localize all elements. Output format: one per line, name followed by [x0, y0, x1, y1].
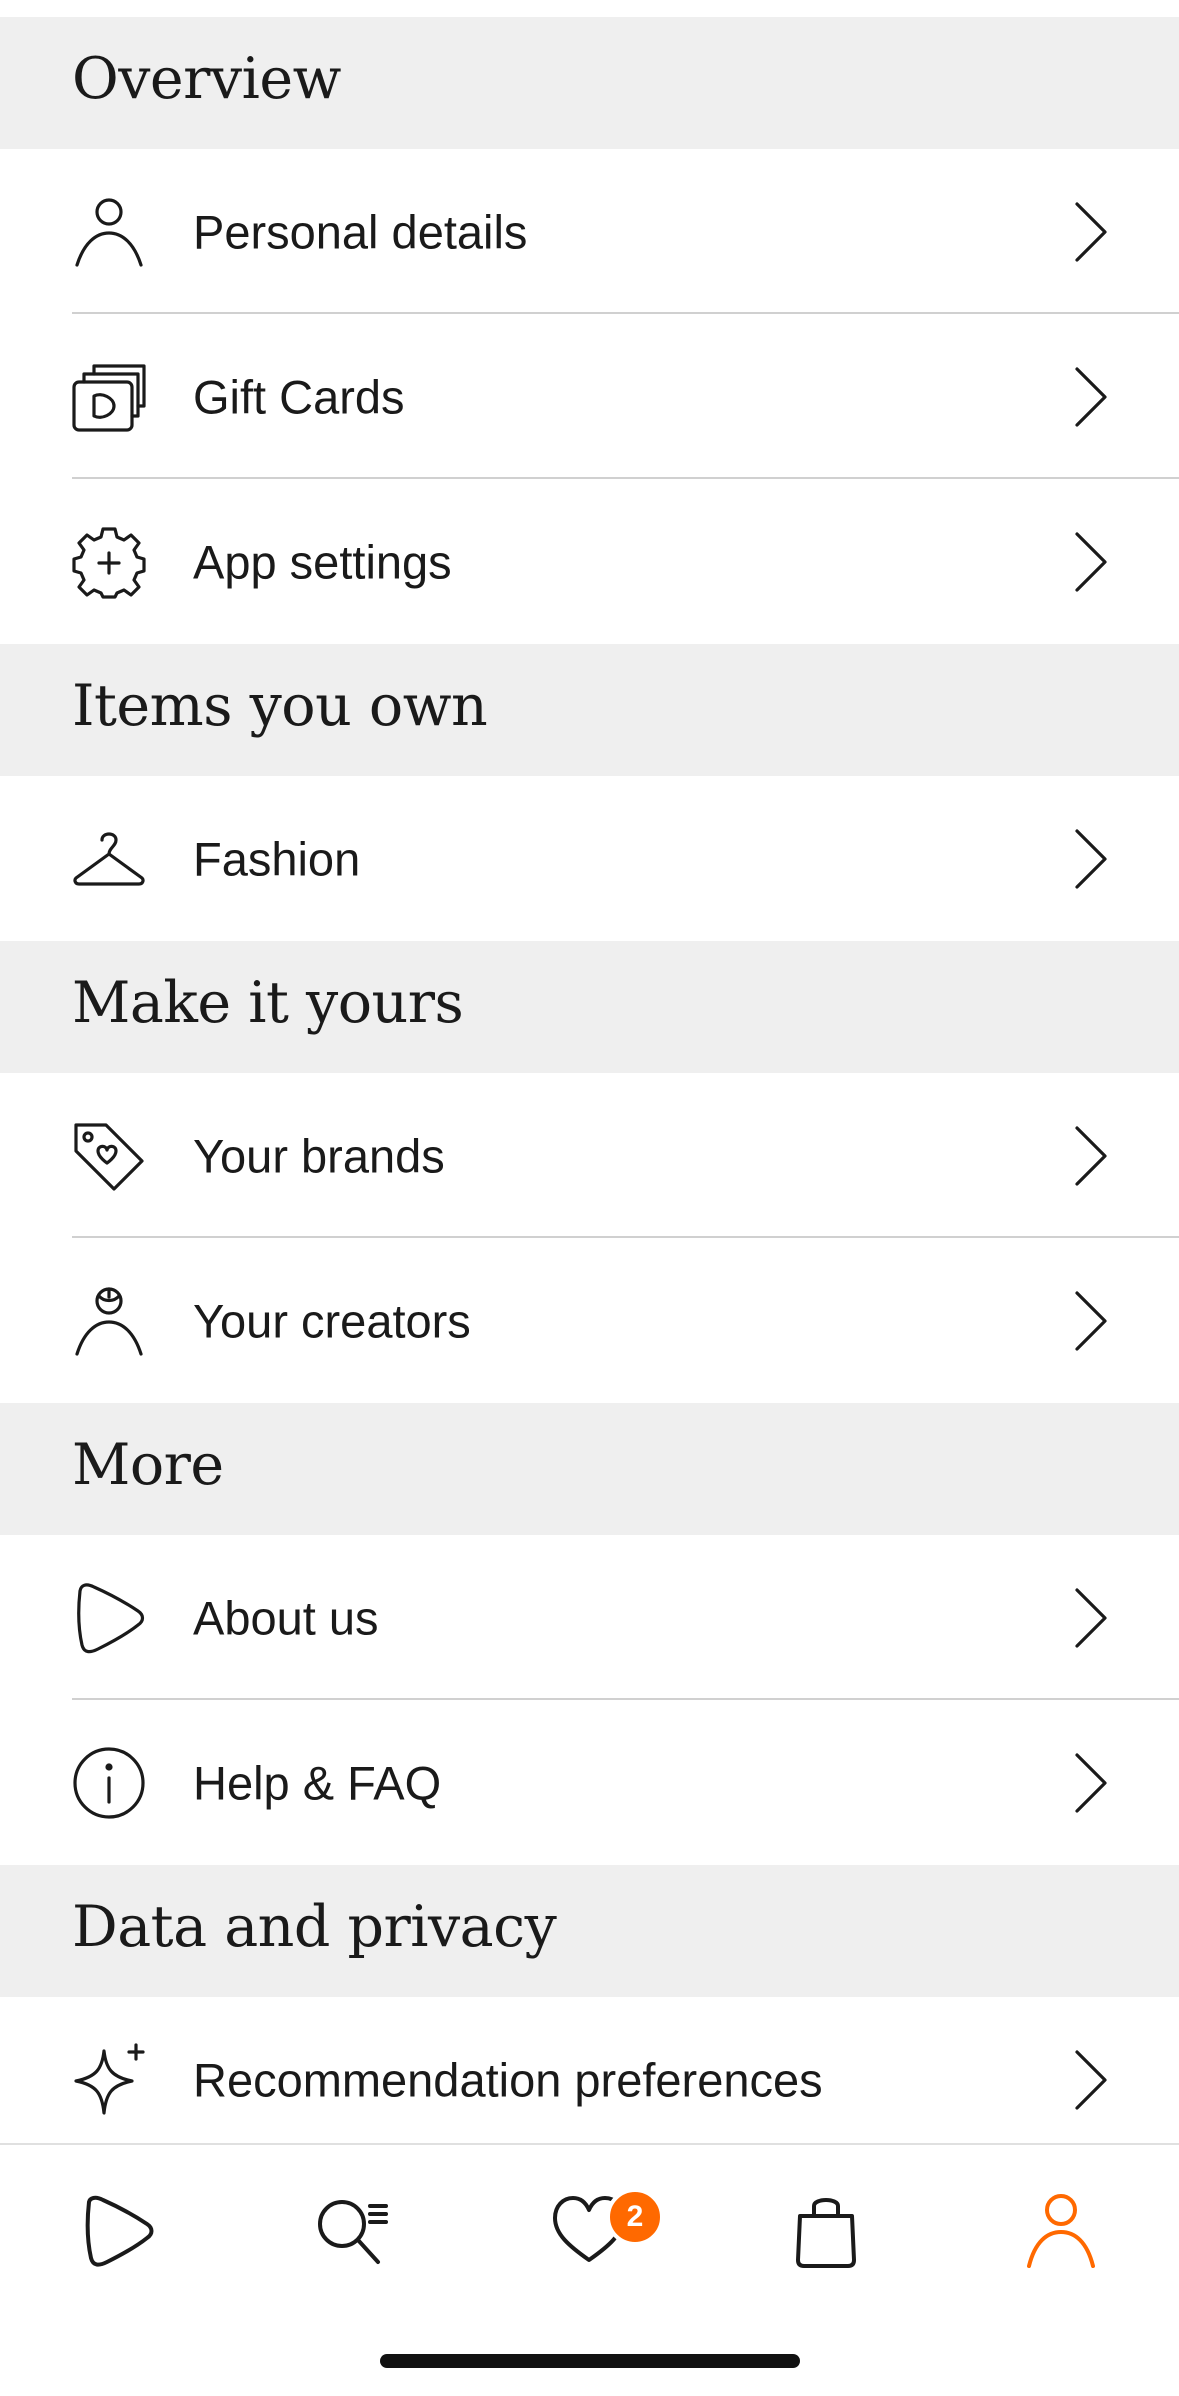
menu-item-personal-details[interactable]: Personal details [0, 149, 1179, 314]
section-title: Make it yours [72, 969, 464, 1036]
gift-card-icon [72, 360, 146, 434]
info-icon [72, 1746, 146, 1820]
shopping-bag-icon [796, 2198, 856, 2268]
menu-item-fashion[interactable]: Fashion [0, 776, 1179, 941]
chevron-right-icon [1071, 2048, 1111, 2112]
chevron-right-icon [1071, 1289, 1111, 1353]
menu-item-your-creators[interactable]: Your creators [0, 1238, 1179, 1403]
hanger-icon [72, 822, 146, 896]
menu-item-app-settings[interactable]: App settings [0, 479, 1179, 644]
section-header-overview: Overview [0, 17, 1179, 149]
menu-item-label: Gift Cards [193, 370, 405, 423]
person-icon [1027, 2194, 1095, 2268]
tab-profile[interactable] [1016, 2185, 1106, 2275]
menu-item-label: Personal details [193, 205, 528, 258]
tag-heart-icon [72, 1119, 146, 1193]
gear-icon [72, 525, 146, 599]
section-title: Data and privacy [72, 1893, 557, 1960]
section-title: More [72, 1431, 224, 1498]
menu-item-about-us[interactable]: About us [0, 1535, 1179, 1700]
menu-item-label: App settings [193, 535, 452, 588]
section-header-items-you-own: Items you own [0, 644, 1179, 776]
account-page: Overview Personal details Gift Cards App… [0, 0, 1179, 2396]
home-indicator [380, 2354, 800, 2368]
menu-item-help-faq[interactable]: Help & FAQ [0, 1700, 1179, 1865]
menu-item-gift-cards[interactable]: Gift Cards [0, 314, 1179, 479]
tab-bag[interactable] [781, 2185, 871, 2275]
menu-item-label: Fashion [193, 832, 361, 885]
chevron-right-icon [1071, 200, 1111, 264]
chevron-right-icon [1071, 530, 1111, 594]
top-strip [0, 0, 1179, 17]
wishlist-badge: 2 [606, 2188, 664, 2246]
chevron-right-icon [1071, 827, 1111, 891]
tab-home[interactable] [72, 2185, 162, 2275]
section-title: Items you own [72, 672, 488, 739]
section-header-more: More [0, 1403, 1179, 1535]
creator-icon [72, 1284, 146, 1358]
menu-item-recommendation-preferences[interactable]: Recommendation preferences [0, 1997, 1179, 2162]
chevron-right-icon [1071, 1124, 1111, 1188]
section-header-data-and-privacy: Data and privacy [0, 1865, 1179, 1997]
sparkle-icon [72, 2042, 146, 2117]
person-icon [72, 195, 146, 269]
chevron-right-icon [1071, 1586, 1111, 1650]
chevron-right-icon [1071, 1751, 1111, 1815]
search-icon [318, 2200, 388, 2264]
zalando-logo-icon [85, 2195, 154, 2267]
menu-item-label: Your brands [193, 1129, 445, 1182]
menu-item-label: Help & FAQ [193, 1756, 442, 1809]
menu-item-label: Your creators [193, 1294, 471, 1347]
section-title: Overview [72, 45, 341, 112]
tab-search[interactable] [307, 2185, 397, 2275]
section-header-make-it-yours: Make it yours [0, 941, 1179, 1073]
menu-item-label: About us [193, 1591, 379, 1644]
zalando-logo-icon [72, 1581, 146, 1655]
menu-item-your-brands[interactable]: Your brands [0, 1073, 1179, 1238]
menu-item-label: Recommendation preferences [193, 2053, 823, 2106]
chevron-right-icon [1071, 365, 1111, 429]
